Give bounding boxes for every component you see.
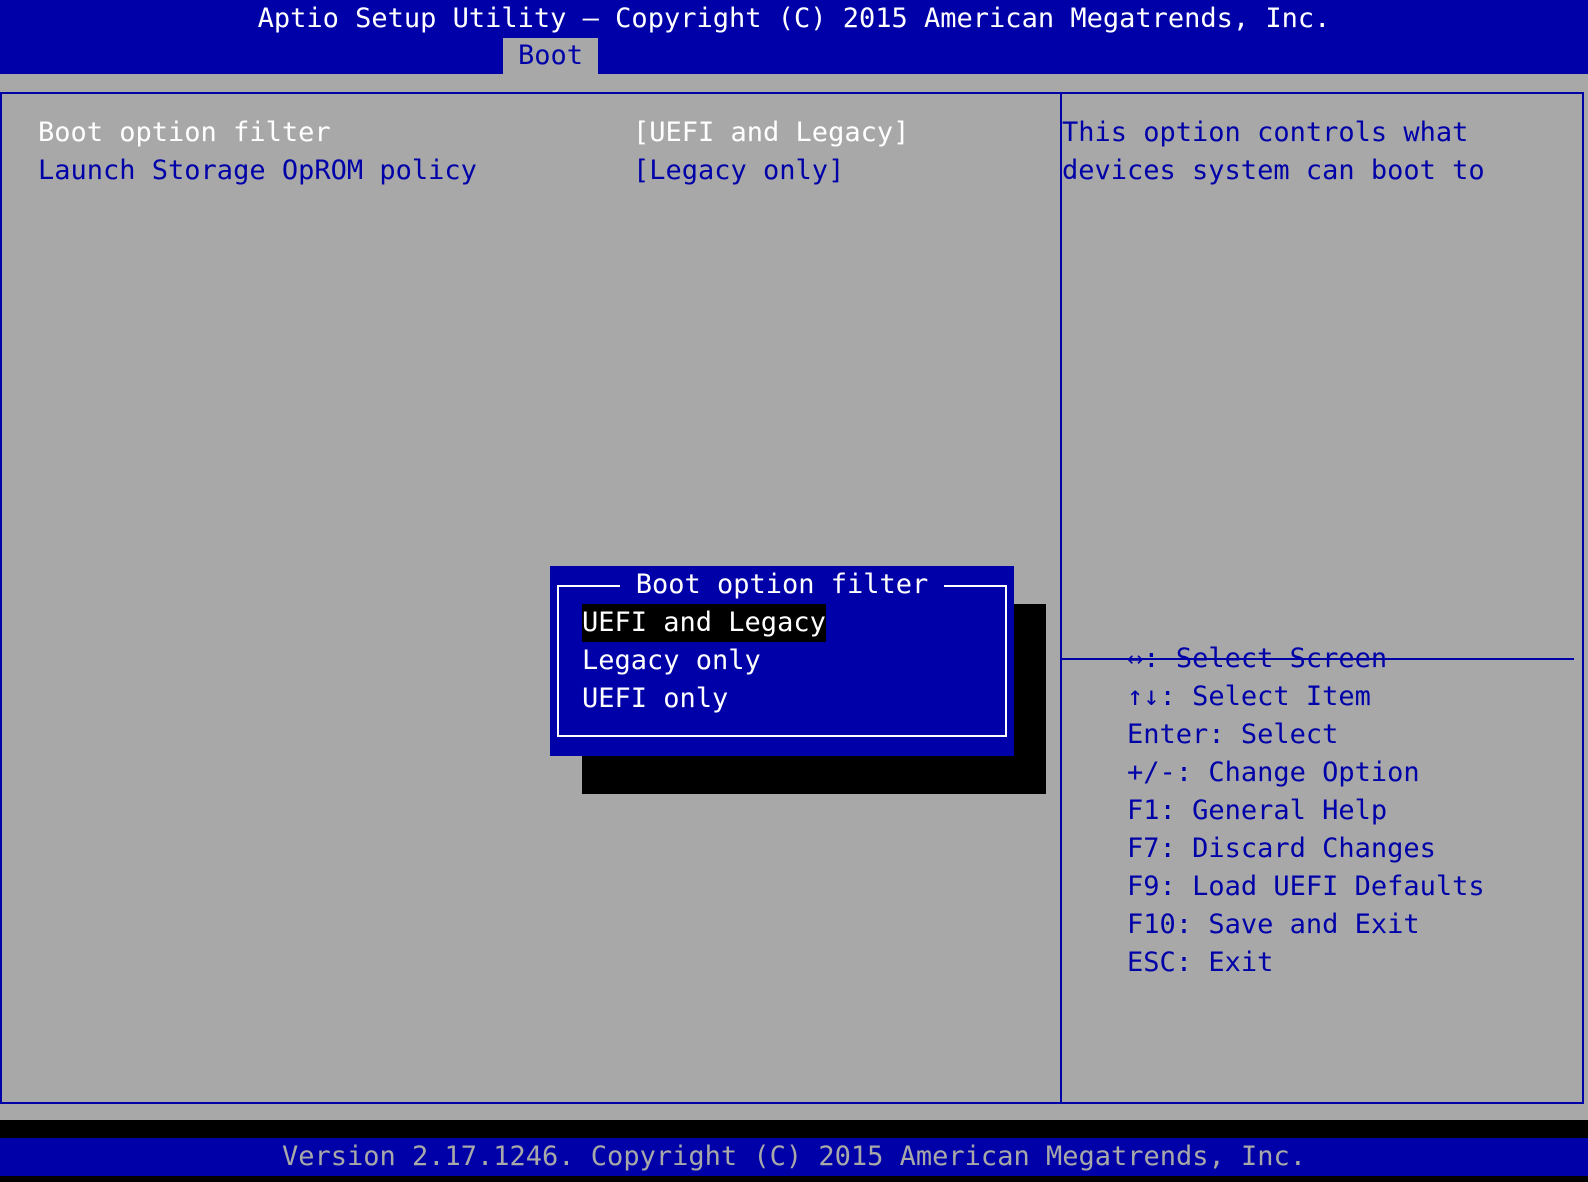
key-name: ESC (1127, 947, 1176, 978)
setting-value-launch-storage-oprom[interactable]: [Legacy only] (633, 152, 844, 190)
option-popup: Boot option filter UEFI and Legacy Legac… (550, 566, 1014, 756)
help-text-line-2: devices system can boot to (1062, 155, 1485, 186)
setting-value-boot-option-filter[interactable]: [UEFI and Legacy] (633, 114, 909, 152)
help-text-line-1: This option controls what (1062, 117, 1469, 148)
popup-title-text: Boot option filter (619, 569, 945, 600)
popup-option-legacy-only[interactable]: Legacy only (582, 642, 761, 680)
popup-option-uefi-only[interactable]: UEFI only (582, 680, 728, 718)
version-footer: Version 2.17.1246. Copyright (C) 2015 Am… (0, 1138, 1588, 1176)
app-title: Aptio Setup Utility – Copyright (C) 2015… (257, 3, 1331, 34)
title-bar: Aptio Setup Utility – Copyright (C) 2015… (0, 0, 1588, 74)
setting-label-launch-storage-oprom[interactable]: Launch Storage OpROM policy (38, 152, 477, 190)
key-hint-exit: ESC: Exit (1062, 906, 1273, 1020)
setting-label-boot-option-filter[interactable]: Boot option filter (38, 114, 331, 152)
popup-option-uefi-and-legacy[interactable]: UEFI and Legacy (582, 604, 826, 642)
tab-boot[interactable]: Boot (503, 38, 598, 74)
popup-title: Boot option filter (550, 566, 1014, 604)
main-area: Boot option filter [UEFI and Legacy] Lau… (0, 74, 1588, 1120)
key-separator: : (1175, 947, 1209, 978)
key-desc: Exit (1208, 947, 1274, 978)
